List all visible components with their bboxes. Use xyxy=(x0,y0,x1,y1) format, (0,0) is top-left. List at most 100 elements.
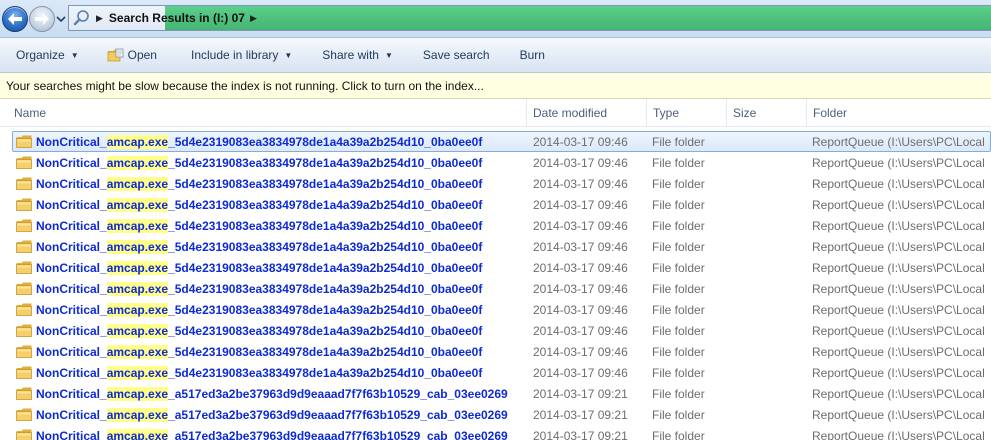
name-cell[interactable]: NonCritical_amcap.exe_5d4e2319083ea38349… xyxy=(16,320,482,341)
name-cell[interactable]: NonCritical_amcap.exe_5d4e2319083ea38349… xyxy=(16,131,482,152)
list-item[interactable]: NonCritical_amcap.exe_5d4e2319083ea38349… xyxy=(0,362,991,383)
file-name[interactable]: NonCritical_amcap.exe_5d4e2319083ea38349… xyxy=(36,239,482,254)
file-name[interactable]: NonCritical_amcap.exe_a517ed3a2be37963d9… xyxy=(36,428,508,440)
file-name[interactable]: NonCritical_amcap.exe_5d4e2319083ea38349… xyxy=(36,323,482,338)
file-name-part: _5d4e2319083ea3834978de1a4a39a2b254d10_0… xyxy=(168,155,483,170)
burn-button[interactable]: Burn xyxy=(514,42,551,68)
date-modified-cell: 2014-03-17 09:46 xyxy=(533,365,628,380)
file-name-part: NonCritical_ xyxy=(36,239,107,254)
column-header-name[interactable]: Name xyxy=(8,99,527,127)
file-name[interactable]: NonCritical_amcap.exe_a517ed3a2be37963d9… xyxy=(36,407,508,422)
file-name[interactable]: NonCritical_amcap.exe_5d4e2319083ea38349… xyxy=(36,281,482,296)
file-name[interactable]: NonCritical_amcap.exe_5d4e2319083ea38349… xyxy=(36,176,482,191)
file-name-part: _5d4e2319083ea3834978de1a4a39a2b254d10_0… xyxy=(168,344,483,359)
name-cell[interactable]: NonCritical_amcap.exe_a517ed3a2be37963d9… xyxy=(16,404,508,425)
type-cell: File folder xyxy=(652,323,705,338)
info-bar-message: Your searches might be slow because the … xyxy=(6,78,484,93)
file-name[interactable]: NonCritical_amcap.exe_5d4e2319083ea38349… xyxy=(36,260,482,275)
column-header-date-modified-label: Date modified xyxy=(533,106,608,120)
file-name[interactable]: NonCritical_amcap.exe_5d4e2319083ea38349… xyxy=(36,365,483,380)
include-in-library-button[interactable]: Include in library ▼ xyxy=(185,42,298,68)
list-item[interactable]: NonCritical_amcap.exe_5d4e2319083ea38349… xyxy=(0,173,991,194)
file-name-part: _5d4e2319083ea3834978de1a4a39a2b254d10_0… xyxy=(168,302,483,317)
save-search-button[interactable]: Save search xyxy=(417,42,496,68)
date-modified-cell: 2014-03-17 09:46 xyxy=(533,344,628,359)
name-cell[interactable]: NonCritical_amcap.exe_5d4e2319083ea38349… xyxy=(16,341,482,362)
file-name-part: NonCritical_ xyxy=(36,344,107,359)
share-with-button[interactable]: Share with ▼ xyxy=(316,42,399,68)
date-modified-cell: 2014-03-17 09:46 xyxy=(533,134,628,149)
dropdown-arrow-icon: ▼ xyxy=(284,50,293,60)
name-cell[interactable]: NonCritical_amcap.exe_5d4e2319083ea38349… xyxy=(16,215,482,236)
forward-button[interactable] xyxy=(29,6,55,32)
search-match-highlight: amcap.exe xyxy=(106,155,169,170)
column-header-size-label: Size xyxy=(733,106,757,120)
breadcrumb-arrow-icon[interactable]: ▶ xyxy=(96,13,103,23)
name-cell[interactable]: NonCritical_amcap.exe_5d4e2319083ea38349… xyxy=(16,173,482,194)
search-match-highlight: amcap.exe xyxy=(106,407,169,422)
name-cell[interactable]: NonCritical_amcap.exe_a517ed3a2be37963d9… xyxy=(16,383,508,404)
name-cell[interactable]: NonCritical_amcap.exe_5d4e2319083ea38349… xyxy=(16,299,482,320)
file-name-part: _a517ed3a2be37963d9d9eaaad7f7f63b10529_c… xyxy=(168,428,508,440)
recent-pages-button[interactable] xyxy=(56,13,66,25)
folder-cell: ReportQueue (I:\Users\PC\Local xyxy=(812,386,985,401)
list-item[interactable]: NonCritical_amcap.exe_5d4e2319083ea38349… xyxy=(0,131,991,152)
list-item[interactable]: NonCritical_amcap.exe_a517ed3a2be37963d9… xyxy=(0,404,991,425)
organize-button[interactable]: Organize ▼ xyxy=(10,42,85,68)
file-name[interactable]: NonCritical_amcap.exe_5d4e2319083ea38349… xyxy=(36,155,483,170)
back-button[interactable] xyxy=(2,6,28,32)
back-arrow-icon xyxy=(8,13,22,25)
name-cell[interactable]: NonCritical_amcap.exe_a517ed3a2be37963d9… xyxy=(16,425,508,440)
file-name[interactable]: NonCritical_amcap.exe_5d4e2319083ea38349… xyxy=(36,302,483,317)
column-header-folder[interactable]: Folder xyxy=(807,99,991,127)
folder-icon xyxy=(16,345,32,358)
file-name-part: _5d4e2319083ea3834978de1a4a39a2b254d10_0… xyxy=(168,365,483,380)
list-item[interactable]: NonCritical_amcap.exe_5d4e2319083ea38349… xyxy=(0,341,991,362)
file-name[interactable]: NonCritical_amcap.exe_5d4e2319083ea38349… xyxy=(36,197,482,212)
file-name-part: _a517ed3a2be37963d9d9eaaad7f7f63b10529_c… xyxy=(168,407,508,422)
list-item[interactable]: NonCritical_amcap.exe_5d4e2319083ea38349… xyxy=(0,215,991,236)
date-modified-cell: 2014-03-17 09:46 xyxy=(533,197,628,212)
type-cell: File folder xyxy=(652,344,705,359)
file-name[interactable]: NonCritical_amcap.exe_a517ed3a2be37963d9… xyxy=(36,386,508,401)
list-item[interactable]: NonCritical_amcap.exe_5d4e2319083ea38349… xyxy=(0,236,991,257)
name-cell[interactable]: NonCritical_amcap.exe_5d4e2319083ea38349… xyxy=(16,278,482,299)
column-header-date-modified[interactable]: Date modified xyxy=(527,99,647,127)
type-cell: File folder xyxy=(652,428,705,440)
name-cell[interactable]: NonCritical_amcap.exe_5d4e2319083ea38349… xyxy=(16,152,482,173)
column-header-type[interactable]: Type xyxy=(647,99,727,127)
open-folder-icon xyxy=(107,48,124,62)
list-item[interactable]: NonCritical_amcap.exe_a517ed3a2be37963d9… xyxy=(0,425,991,440)
address-field[interactable]: ▶ Search Results in (I:) 07 ▶ xyxy=(68,5,991,31)
open-button[interactable]: Open xyxy=(101,42,163,68)
list-item[interactable]: NonCritical_amcap.exe_5d4e2319083ea38349… xyxy=(0,278,991,299)
breadcrumb-current[interactable]: Search Results in (I:) 07 xyxy=(109,11,245,25)
folder-icon xyxy=(16,324,32,337)
breadcrumb-arrow-icon[interactable]: ▶ xyxy=(250,13,257,23)
file-name-part: NonCritical_ xyxy=(36,176,107,191)
type-cell: File folder xyxy=(652,197,705,212)
file-name-part: NonCritical_ xyxy=(36,281,107,296)
folder-icon xyxy=(16,282,32,295)
forward-arrow-icon xyxy=(35,13,49,25)
list-item[interactable]: NonCritical_amcap.exe_a517ed3a2be37963d9… xyxy=(0,383,991,404)
file-name[interactable]: NonCritical_amcap.exe_5d4e2319083ea38349… xyxy=(36,134,482,149)
column-header-size[interactable]: Size xyxy=(727,99,807,127)
file-name[interactable]: NonCritical_amcap.exe_5d4e2319083ea38349… xyxy=(36,218,483,233)
folder-icon xyxy=(16,219,32,232)
name-cell[interactable]: NonCritical_amcap.exe_5d4e2319083ea38349… xyxy=(16,257,482,278)
file-name-part: _5d4e2319083ea3834978de1a4a39a2b254d10_0… xyxy=(168,218,483,233)
file-name[interactable]: NonCritical_amcap.exe_5d4e2319083ea38349… xyxy=(36,344,483,359)
name-cell[interactable]: NonCritical_amcap.exe_5d4e2319083ea38349… xyxy=(16,194,482,215)
list-item[interactable]: NonCritical_amcap.exe_5d4e2319083ea38349… xyxy=(0,320,991,341)
list-item[interactable]: NonCritical_amcap.exe_5d4e2319083ea38349… xyxy=(0,152,991,173)
search-match-highlight: amcap.exe xyxy=(106,134,169,149)
index-info-bar[interactable]: Your searches might be slow because the … xyxy=(0,73,991,99)
list-item[interactable]: NonCritical_amcap.exe_5d4e2319083ea38349… xyxy=(0,299,991,320)
name-cell[interactable]: NonCritical_amcap.exe_5d4e2319083ea38349… xyxy=(16,362,482,383)
name-cell[interactable]: NonCritical_amcap.exe_5d4e2319083ea38349… xyxy=(16,236,482,257)
list-item[interactable]: NonCritical_amcap.exe_5d4e2319083ea38349… xyxy=(0,194,991,215)
file-name-part: NonCritical_ xyxy=(36,302,107,317)
folder-cell: ReportQueue (I:\Users\PC\Local xyxy=(812,176,985,191)
list-item[interactable]: NonCritical_amcap.exe_5d4e2319083ea38349… xyxy=(0,257,991,278)
